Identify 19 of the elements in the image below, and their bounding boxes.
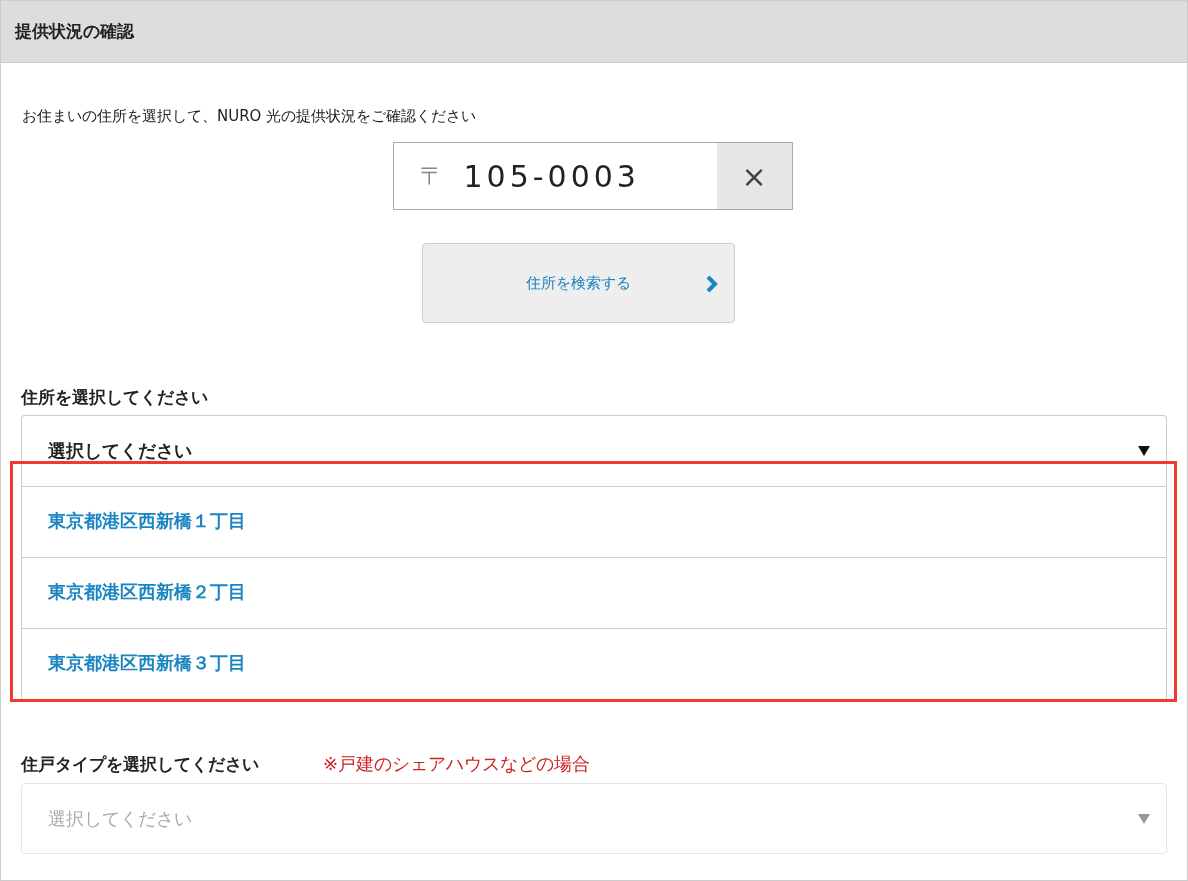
dropdown-arrow-icon	[1138, 813, 1150, 824]
note-text: ※戸建のシェアハウスなどの場合	[323, 752, 591, 776]
field-label: 住戸タイプを選択してください	[21, 753, 259, 775]
field-label: 住所を選択してください	[21, 386, 209, 408]
postal-code-field[interactable]: 〒 105-0003 ×	[392, 142, 793, 210]
address-option[interactable]: 東京都港区西新橋１丁目	[22, 487, 1166, 558]
dropdown-arrow-icon	[1138, 446, 1150, 456]
chevron-right-icon	[705, 275, 718, 293]
address-dropdown[interactable]: 選択してください	[21, 415, 1167, 486]
select-value: 選択してください	[48, 439, 192, 463]
search-address-button[interactable]: 住所を検索する	[421, 243, 735, 323]
address-option[interactable]: 東京都港区西新橋３丁目	[22, 629, 1166, 699]
clear-button[interactable]: ×	[716, 143, 792, 209]
instruction-text: お住まいの住所を選択して、NURO 光の提供状況をご確認ください	[22, 106, 478, 126]
address-option[interactable]: 東京都港区西新橋２丁目	[22, 558, 1166, 629]
panel-header: 提供状況の確認	[1, 1, 1187, 63]
postal-mark: 〒	[419, 161, 444, 192]
select-placeholder: 選択してください	[48, 806, 192, 831]
postal-code-value: 105-0003	[463, 158, 641, 194]
